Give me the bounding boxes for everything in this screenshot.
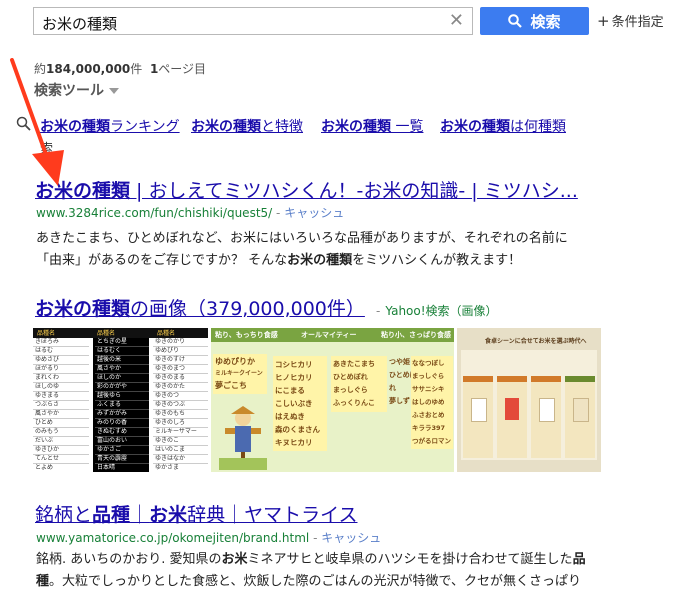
- scarecrow-illustration: [219, 406, 267, 470]
- search-icon: [508, 14, 523, 28]
- image-result-header: お米の種類の画像（379,000,000件） - Yahoo!検索（画像）: [35, 298, 498, 320]
- table-row: ゆきのまつ: [153, 365, 208, 374]
- table-row: とちぎの星: [95, 338, 149, 347]
- cache-link-1[interactable]: キャッシュ: [284, 206, 344, 220]
- thumb1-col-2: とちぎの星 はるむく 越後の米 風さやか ほしのか 彩のかがや 越後ゆら ふくまる みずかがみみ…: [95, 338, 149, 472]
- image-source-link[interactable]: Yahoo!検索（画像）: [385, 304, 497, 318]
- table-row: 青天の霹靂: [95, 455, 149, 464]
- table-row: ほがるり: [33, 365, 89, 374]
- thumb2-col3: あきたこまち ひとめぼれ まっしぐら ふっくりんこ: [331, 356, 387, 412]
- table-row: ひとめ: [33, 419, 89, 428]
- table-row: つぶらさ: [33, 401, 89, 410]
- table-row: 富山のおい: [95, 437, 149, 446]
- table-row: 風さやか: [33, 410, 89, 419]
- search-button[interactable]: 検索: [480, 7, 589, 35]
- table-row: ゆめさび: [33, 356, 89, 365]
- table-row: はいのこま: [153, 446, 208, 455]
- table-row: ゆめぴり: [153, 347, 208, 356]
- table-row: のみもう: [33, 428, 89, 437]
- table-row: てんとせ: [33, 455, 89, 464]
- table-row: ゆきのしろ: [153, 419, 208, 428]
- table-row: だいぶ: [33, 437, 89, 446]
- image-thumbnail-3[interactable]: 食卓シーンに合せてお米を選ぶ時代へ: [457, 328, 601, 472]
- table-row: きぬむすめ: [95, 428, 149, 437]
- table-row: ゆきのつぶ: [153, 401, 208, 410]
- table-row: 彩のかがや: [95, 383, 149, 392]
- table-row: ほしのゆ: [33, 383, 89, 392]
- thumb1-col-1: きぼろみ はるむ ゆめさび ほがるり まれくわ ほしのゆ ゆきまる つぶらさ 風さやか ひとめ のみ…: [33, 338, 89, 472]
- related-link-how-many[interactable]: お米の種類は何種類: [440, 116, 566, 136]
- table-row: 日本晴: [95, 464, 149, 472]
- table-row: ゆきのかり: [153, 338, 208, 347]
- table-row: ゆきはなか: [153, 455, 208, 464]
- table-row: ゆきまる: [33, 392, 89, 401]
- table-row: ミルキーサマー: [153, 428, 208, 437]
- table-row: ゆきのまる: [153, 374, 208, 383]
- result-snippet-1: あきたこまち、ひとめぼれなど、お米にはいろいろな品種がありますが、それぞれの名前…: [36, 231, 568, 268]
- search-button-label: 検索: [530, 12, 561, 31]
- related-link-features[interactable]: お米の種類と特徴: [191, 116, 303, 136]
- table-row: ゆきのこ: [153, 437, 208, 446]
- image-result-title[interactable]: お米の種類の画像（379,000,000件）: [35, 298, 365, 320]
- table-row: ゆきのかた: [153, 383, 208, 392]
- plus-icon: +: [597, 12, 610, 30]
- result-url-1: www.3284rice.com/fun/chishiki/quest5/ - …: [36, 206, 345, 220]
- thumb2-col2: コシヒカリ ヒノヒカリ にこまる こしいぶき はえぬき 森のくまさん キヌヒカリ: [273, 356, 327, 451]
- dropdown-triangle-icon: [109, 88, 119, 94]
- table-row: ほしのか: [95, 374, 149, 383]
- table-row: はるむく: [95, 347, 149, 356]
- table-row: ゆきのつ: [153, 392, 208, 401]
- table-row: みのりの香: [95, 419, 149, 428]
- table-row: ふくまる: [95, 401, 149, 410]
- table-row: きぼろみ: [33, 338, 89, 347]
- table-row: 越後ゆら: [95, 392, 149, 401]
- result-snippet-3: 銘柄. あいちのかおり. 愛知県のお米ミネアサヒと岐阜県のハツシモを掛け合わせて…: [36, 552, 586, 589]
- table-row: 風さやか: [95, 365, 149, 374]
- table-row: とよめ: [33, 464, 89, 472]
- image-thumbnail-2[interactable]: 粘り、もっちり食感 オールマイティー 粘り小、さっぱり食感 ゆめぴりか ミルキーク…: [211, 328, 454, 472]
- table-row: 越後の米: [95, 356, 149, 365]
- search-query[interactable]: お米の種類: [42, 13, 117, 34]
- related-link-list[interactable]: お米の種類 一覧: [321, 116, 423, 136]
- table-row: ゆきのもち: [153, 410, 208, 419]
- table-row: はるむ: [33, 347, 89, 356]
- result-title-3[interactable]: 銘柄と品種｜お米辞典｜ヤマトライス: [35, 500, 358, 527]
- thumb1-header: 品種名 品種名 品種名: [33, 328, 208, 338]
- table-row: まれくわ: [33, 374, 89, 383]
- clear-icon[interactable]: ✕: [449, 11, 464, 31]
- result-url-3: www.yamatorice.co.jp/okomejiten/brand.ht…: [36, 531, 382, 545]
- table-row: ゆきひか: [33, 446, 89, 455]
- cache-link-3[interactable]: キャッシュ: [321, 531, 381, 545]
- result-title-1[interactable]: お米の種類 | おしえてミツハシくん！-お米の知識- | ミツハシ...: [35, 176, 578, 203]
- red-arrow-annotation: [10, 58, 64, 186]
- thumb2-col5: ななつぼし まっしぐら ササニシキ はしのゆめ ふさおとめ キララ397 つがるロマン: [411, 356, 453, 449]
- table-row: みずかがみ: [95, 410, 149, 419]
- table-row: ゆかさご: [95, 446, 149, 455]
- thumb1-col-3: ゆきのかり ゆめぴり ゆきのすけ ゆきのまつ ゆきのまる ゆきのかた ゆきのつ ゆきのつぶ ゆき…: [153, 338, 208, 472]
- conditions-label: 条件指定: [611, 15, 664, 30]
- conditions-link[interactable]: + 条件指定: [597, 11, 664, 30]
- thumb2-col1: ゆめぴりか ミルキークイーン 夢ごこち: [213, 354, 267, 394]
- search-input[interactable]: お米の種類 ✕: [33, 7, 473, 35]
- image-thumbnail-1[interactable]: 品種名 品種名 品種名 きぼろみ はるむ ゆめさび ほがるり まれくわ ほしのゆ ゆきまるつ…: [33, 328, 208, 472]
- table-row: ゆかさま: [153, 464, 208, 472]
- table-row: ゆきのすけ: [153, 356, 208, 365]
